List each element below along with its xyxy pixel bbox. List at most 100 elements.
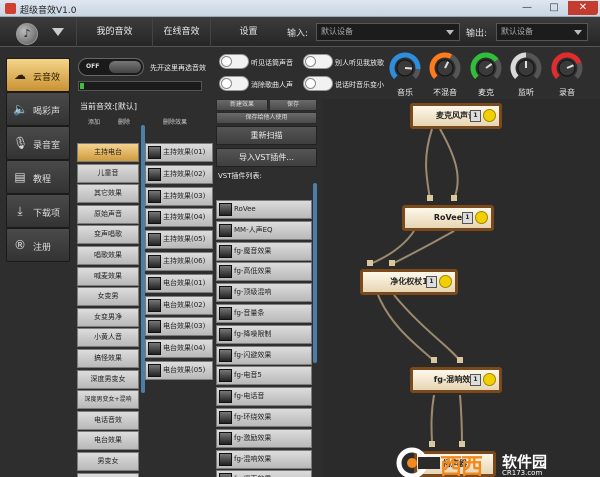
category-item[interactable]: 电话音效 — [77, 410, 139, 430]
save-for-others-button[interactable]: 保存给他人使用 — [216, 112, 317, 124]
sidebar-item-0[interactable]: ☁ 云音效 — [6, 58, 70, 92]
sidebar-item-2[interactable]: 🎙 录音室 — [6, 126, 70, 160]
node-mic-source[interactable]: 麦克风声音 1 — [410, 103, 502, 129]
effect-item-label: 主持效果(04) — [163, 213, 206, 222]
delete-category-button[interactable]: 删除 — [118, 117, 130, 126]
sidebar-item-5[interactable]: ® 注册 — [6, 228, 70, 262]
effect-item[interactable]: 主持效果(03) — [145, 186, 213, 206]
tab-online-effects[interactable]: 在线音效 — [152, 17, 210, 47]
category-item[interactable]: 搞怪效果 — [77, 349, 139, 368]
vst-plugin-item[interactable]: fg-缓声效果 — [216, 470, 312, 477]
menu-arrow-icon[interactable] — [52, 28, 64, 36]
effect-item[interactable]: 主持效果(04) — [145, 208, 213, 228]
new-effect-button[interactable]: 新建效果 — [216, 99, 268, 111]
node-settings-button[interactable]: 1 — [470, 374, 481, 386]
tab-my-effects[interactable]: 我的音效 — [76, 17, 152, 47]
category-item[interactable]: 变声唱歌 — [77, 225, 139, 245]
vst-plugin-item[interactable]: fg-音量条 — [216, 304, 312, 323]
effect-item[interactable]: 主持效果(01) — [145, 143, 213, 162]
knob-3[interactable]: 监听 — [509, 51, 543, 97]
category-item[interactable]: 原始声音 — [77, 204, 139, 224]
node-status-dot[interactable] — [439, 275, 452, 288]
category-item[interactable]: 喊麦效果 — [77, 266, 139, 286]
node-status-dot[interactable] — [483, 109, 496, 122]
node-reverb[interactable]: fg-混响效果 1 — [410, 367, 502, 393]
effect-item[interactable]: 电台效果(02) — [145, 295, 213, 315]
knob-4[interactable]: 录音 — [550, 51, 584, 97]
vst-scrollbar[interactable] — [313, 183, 317, 363]
node-purifier[interactable]: 净化权杖1 1 — [360, 269, 458, 295]
effect-item-label: 主持效果(03) — [163, 191, 206, 200]
category-item[interactable]: 小黄人音 — [77, 328, 139, 348]
vst-plugin-item[interactable]: MM-人声EQ — [216, 220, 312, 240]
category-item[interactable]: 其它效果 — [77, 184, 139, 204]
category-item[interactable]: 女变男净 — [77, 307, 139, 327]
toggle-hear-mic[interactable] — [219, 54, 249, 69]
vst-plugin-item[interactable]: fg-降噪限制 — [216, 324, 312, 344]
effect-thumbnail-icon — [148, 189, 161, 203]
main-power-toggle[interactable]: OFF — [78, 58, 144, 76]
vst-plugin-item[interactable]: fg-闪避效果 — [216, 345, 312, 365]
vst-plugin-item[interactable]: fg-激励效果 — [216, 428, 312, 448]
effect-thumbnail-icon — [148, 233, 161, 247]
node-status-dot[interactable] — [475, 211, 488, 224]
node-settings-button[interactable]: 1 — [462, 212, 473, 224]
toggle-remove-vocals[interactable] — [219, 76, 249, 91]
plugin-item-label: fg-魔音效果 — [234, 246, 272, 255]
effect-item[interactable]: 电台效果(05) — [145, 361, 213, 380]
vst-plugin-item[interactable]: fg-电话音 — [216, 387, 312, 407]
minimize-button[interactable]: — — [514, 1, 540, 15]
category-item[interactable]: 电台效果 — [77, 431, 139, 451]
save-button[interactable]: 保存 — [269, 99, 317, 111]
tab-settings[interactable]: 设置 — [210, 17, 286, 47]
sidebar-item-4[interactable]: ⤓ 下载项 — [6, 194, 70, 228]
effect-chain-canvas[interactable]: 麦克风声音 1 RoVee 1 净化权杖1 1 fg-混响效果 1 扬声器 — [322, 99, 600, 477]
sidebar-item-1[interactable]: 🔈 喝彩声 — [6, 92, 70, 126]
vst-plugin-item[interactable]: fg-魔音效果 — [216, 241, 312, 261]
effect-item[interactable]: 主持效果(02) — [145, 164, 213, 184]
category-item[interactable]: 女变男 — [77, 287, 139, 307]
sidebar-item-3[interactable]: ▤ 教程 — [6, 160, 70, 194]
category-item[interactable]: 儿童音 — [77, 163, 139, 183]
delete-effect-button[interactable]: 删除效果 — [163, 117, 187, 126]
node-settings-button[interactable]: 1 — [426, 276, 437, 288]
close-button[interactable]: ✕ — [568, 1, 598, 15]
input-device-select[interactable]: 默认设备 — [316, 23, 460, 41]
vst-plugin-item[interactable]: fg-电音5 — [216, 366, 312, 386]
knob-dial-icon — [510, 52, 542, 79]
vst-plugin-item[interactable]: fg-环绕效果 — [216, 408, 312, 427]
effect-item[interactable]: 主持效果(05) — [145, 230, 213, 250]
vst-list-title: VST插件列表: — [218, 172, 262, 180]
toggle-duck-music[interactable] — [303, 76, 333, 91]
vst-plugin-item[interactable]: fg-顶级混响 — [216, 283, 312, 303]
vst-plugin-item[interactable]: fg-高低效果 — [216, 262, 312, 282]
effect-item-label: 主持效果(02) — [163, 169, 206, 178]
add-category-button[interactable]: 添加 — [88, 117, 100, 126]
category-item[interactable]: 主持电台 — [77, 143, 139, 162]
output-device-select[interactable]: 默认设备 — [496, 23, 588, 41]
knob-0[interactable]: 音乐 — [388, 51, 422, 97]
option-remove-vocals-label: 消除歌曲人声 — [251, 81, 293, 89]
category-item[interactable]: 男变女 — [77, 452, 139, 471]
import-vst-button[interactable]: 导入VST插件... — [216, 148, 317, 167]
effect-item[interactable]: 主持效果(06) — [145, 252, 213, 271]
node-rovee[interactable]: RoVee 1 — [402, 205, 494, 231]
knob-1[interactable]: 不混音 — [428, 51, 462, 97]
node-settings-button[interactable]: 1 — [470, 110, 481, 122]
logo-icon[interactable]: ♪ — [16, 23, 38, 45]
node-status-dot[interactable] — [483, 373, 496, 386]
effect-item[interactable]: 电台效果(03) — [145, 317, 213, 337]
vst-plugin-item[interactable]: RoVee — [216, 200, 312, 219]
plugin-icon — [219, 473, 232, 477]
category-item[interactable]: 深度男变女+混响 — [77, 390, 139, 410]
category-item[interactable]: 男变女净 — [77, 472, 139, 477]
rescan-button[interactable]: 重新扫描 — [216, 126, 317, 145]
category-item[interactable]: 深度男变女 — [77, 369, 139, 389]
knob-2[interactable]: 麦克 — [469, 51, 503, 97]
toggle-others-hear-music[interactable] — [303, 54, 333, 69]
effect-item[interactable]: 电台效果(01) — [145, 273, 213, 293]
vst-plugin-item[interactable]: fg-混响效果 — [216, 449, 312, 469]
category-item[interactable]: 唱歌效果 — [77, 246, 139, 265]
maximize-button[interactable]: □ — [541, 1, 567, 15]
effect-item[interactable]: 电台效果(04) — [145, 339, 213, 359]
